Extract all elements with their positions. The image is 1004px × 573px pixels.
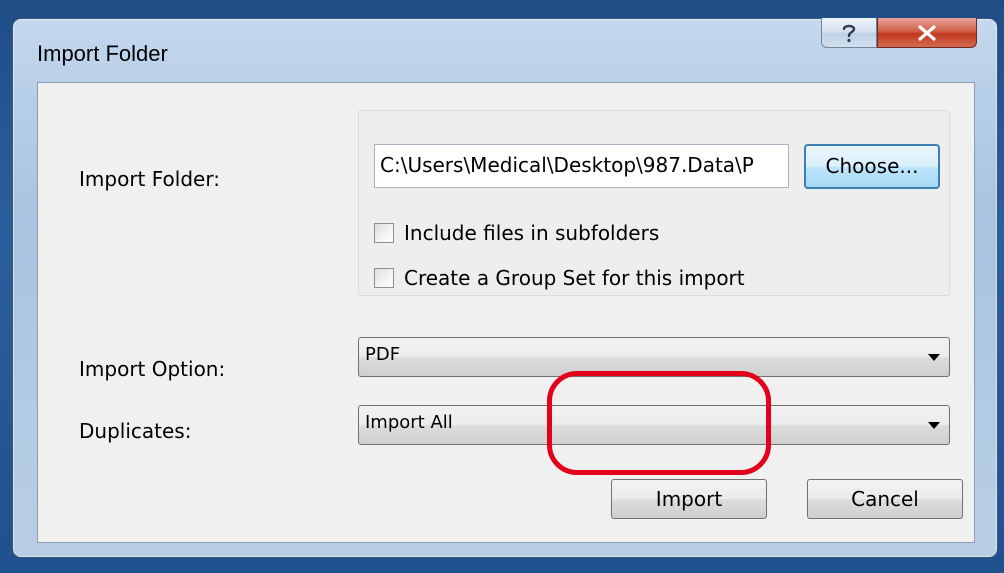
create-group-set-checkbox[interactable] [374,268,394,288]
include-subfolders-option[interactable]: Include files in subfolders [374,219,659,247]
duplicates-dropdown[interactable]: Import All [358,405,950,445]
chevron-down-icon [928,422,940,429]
chevron-down-icon [928,354,940,361]
import-folder-label: Import Folder: [79,167,220,191]
close-button[interactable] [877,18,977,48]
folder-path-input[interactable]: C:\Users\Medical\Desktop\987.Data\P [374,144,789,188]
create-group-set-label: Create a Group Set for this import [404,266,745,290]
dialog-content: Import Folder: C:\Users\Medical\Desktop\… [37,82,975,543]
import-button[interactable]: Import [611,479,767,519]
duplicates-value: Import All [365,412,453,433]
import-option-label: Import Option: [79,357,226,381]
include-subfolders-label: Include files in subfolders [404,221,660,245]
import-option-value: PDF [365,344,401,365]
choose-button[interactable]: Choose... [804,144,940,189]
title-bar[interactable]: Import Folder [13,18,997,83]
help-button[interactable] [821,18,877,48]
desktop-background: Import Folder Import Folder: C:\Users\Me… [0,0,1004,573]
close-icon [918,24,936,41]
dialog-title: Import Folder [37,41,168,66]
create-group-set-option[interactable]: Create a Group Set for this import [374,264,745,292]
include-subfolders-checkbox[interactable] [374,223,394,243]
cancel-button[interactable]: Cancel [807,479,963,519]
help-icon [842,24,856,42]
import-folder-dialog: Import Folder Import Folder: C:\Users\Me… [12,18,998,558]
import-option-dropdown[interactable]: PDF [358,337,950,377]
duplicates-label: Duplicates: [79,419,192,443]
